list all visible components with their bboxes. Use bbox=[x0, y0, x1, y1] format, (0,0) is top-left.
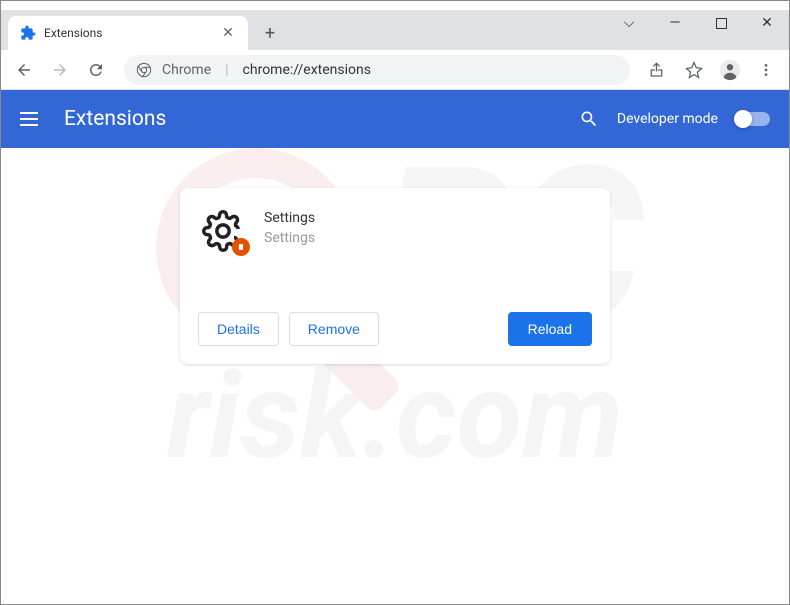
bookmark-button[interactable] bbox=[678, 54, 710, 86]
chrome-menu-button[interactable] bbox=[750, 54, 782, 86]
avatar-icon bbox=[719, 59, 741, 81]
developer-mode-toggle[interactable] bbox=[736, 112, 770, 126]
hamburger-menu-button[interactable] bbox=[20, 107, 44, 131]
reload-button-card[interactable]: Reload bbox=[508, 312, 592, 346]
arrow-right-icon bbox=[51, 61, 69, 79]
back-button[interactable] bbox=[8, 54, 40, 86]
developer-mode-label: Developer mode bbox=[617, 111, 718, 127]
tab-close-button[interactable]: ✕ bbox=[220, 25, 236, 41]
url-text: chrome://extensions bbox=[243, 62, 371, 78]
tab-title: Extensions bbox=[44, 26, 102, 40]
error-badge-icon bbox=[232, 238, 250, 256]
extension-item-icon bbox=[202, 210, 244, 252]
forward-button[interactable] bbox=[44, 54, 76, 86]
content-area: Settings Settings Details Remove Reload bbox=[0, 148, 790, 364]
window-close-button[interactable]: ✕ bbox=[744, 8, 790, 38]
reload-button[interactable] bbox=[80, 54, 112, 86]
remove-button[interactable]: Remove bbox=[289, 312, 379, 346]
search-icon bbox=[579, 109, 599, 129]
url-scheme-text: Chrome bbox=[162, 62, 211, 78]
arrow-left-icon bbox=[15, 61, 33, 79]
extension-description: Settings bbox=[264, 230, 315, 246]
toggle-thumb bbox=[734, 110, 752, 128]
kebab-icon bbox=[758, 62, 774, 78]
maximize-icon bbox=[716, 18, 727, 29]
window-maximize-button[interactable] bbox=[698, 8, 744, 38]
extensions-header: Extensions Developer mode bbox=[0, 90, 790, 148]
extension-name: Settings bbox=[264, 210, 315, 226]
star-icon bbox=[685, 61, 703, 79]
page-title: Extensions bbox=[64, 107, 166, 131]
chrome-logo-icon bbox=[136, 62, 152, 78]
tab-extensions[interactable]: Extensions ✕ bbox=[8, 16, 248, 50]
extension-card: Settings Settings Details Remove Reload bbox=[180, 188, 610, 364]
url-separator: | bbox=[221, 62, 232, 78]
browser-toolbar: Chrome | chrome://extensions bbox=[0, 50, 790, 90]
share-icon bbox=[649, 61, 667, 79]
window-controls: ⌵ — ✕ bbox=[606, 8, 790, 38]
reload-icon bbox=[87, 61, 105, 79]
extension-icon bbox=[20, 25, 36, 41]
details-button[interactable]: Details bbox=[198, 312, 279, 346]
share-button[interactable] bbox=[642, 54, 674, 86]
window-dropdown-button[interactable]: ⌵ bbox=[606, 8, 652, 38]
profile-button[interactable] bbox=[714, 54, 746, 86]
search-button[interactable] bbox=[579, 109, 599, 129]
address-bar[interactable]: Chrome | chrome://extensions bbox=[124, 55, 630, 85]
window-minimize-button[interactable]: — bbox=[652, 8, 698, 38]
new-tab-button[interactable]: + bbox=[256, 19, 284, 47]
